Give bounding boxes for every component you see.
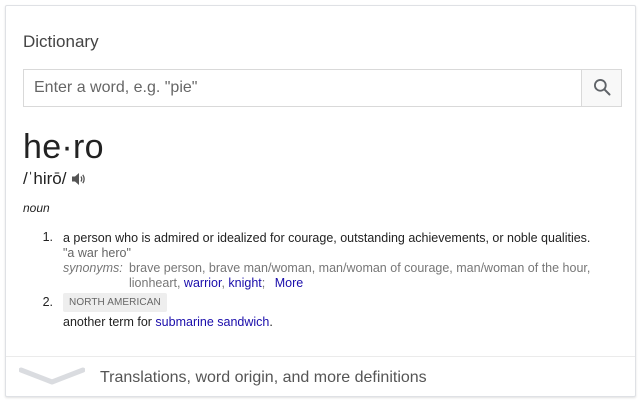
card-heading: Dictionary: [23, 32, 99, 51]
definition-number: 2.: [42, 295, 53, 309]
part-of-speech: noun: [23, 201, 50, 215]
synonyms-list: brave person, brave man/woman, man/woman…: [129, 261, 591, 290]
definition-text-suffix: .: [269, 315, 273, 329]
more-definitions-label: Translations, word origin, and more defi…: [100, 369, 427, 386]
definition-text: a person who is admired or idealized for…: [63, 231, 591, 245]
synonyms-row: synonyms: brave person, brave man/woman,…: [63, 261, 623, 291]
chevron-down-icon: [18, 366, 86, 391]
more-definitions-expander[interactable]: Translations, word origin, and more defi…: [6, 357, 635, 395]
pronunciation: /ˈhirō/: [23, 169, 67, 188]
search-input[interactable]: [23, 69, 581, 107]
speaker-icon[interactable]: [71, 172, 87, 186]
definition-body: a person who is admired or idealized for…: [63, 230, 623, 291]
search-button[interactable]: [581, 69, 622, 107]
submarine-sandwich-link[interactable]: submarine sandwich: [155, 315, 269, 329]
search-icon: [592, 77, 612, 100]
definition-text: another term for submarine sandwich.: [63, 314, 623, 330]
more-synonyms-link[interactable]: More: [275, 276, 303, 290]
definition-text-prefix: another term for: [63, 315, 152, 329]
pronunciation-row: /ˈhirō/: [23, 169, 87, 189]
headword: he·ro: [23, 128, 104, 166]
synonym-link-warrior[interactable]: warrior: [184, 276, 222, 290]
definition-number: 1.: [42, 230, 53, 244]
definition-example: "a war hero": [63, 246, 131, 260]
definition-body: NORTH AMERICAN another term for submarin…: [63, 293, 623, 330]
region-badge: NORTH AMERICAN: [63, 293, 167, 312]
synonym-link-knight[interactable]: knight: [228, 276, 261, 290]
synonyms-label: synonyms:: [63, 261, 123, 275]
dictionary-card: Dictionary he·ro /ˈhirō/ noun 1. a perso…: [5, 5, 636, 397]
